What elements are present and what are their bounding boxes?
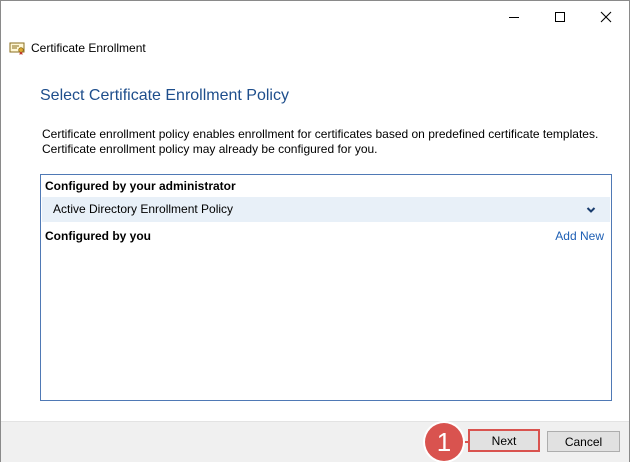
maximize-button[interactable] xyxy=(537,1,583,33)
cancel-button[interactable]: Cancel xyxy=(547,431,620,452)
policy-name: Active Directory Enrollment Policy xyxy=(53,202,234,216)
maximize-icon xyxy=(555,12,565,22)
minimize-icon xyxy=(509,17,519,18)
certificate-enrollment-window: Certificate Enrollment Select Certificat… xyxy=(0,0,630,462)
chevron-down-icon[interactable] xyxy=(586,205,596,215)
add-new-link[interactable]: Add New xyxy=(555,229,604,243)
app-header: Certificate Enrollment xyxy=(9,39,146,57)
admin-section-title: Configured by your administrator xyxy=(45,179,236,193)
next-button[interactable]: Next xyxy=(468,429,540,452)
user-section-title: Configured by you xyxy=(45,229,151,243)
close-icon xyxy=(600,11,612,23)
enrollment-policy-list: Configured by your administrator Active … xyxy=(40,174,612,401)
certificate-icon xyxy=(9,42,25,55)
page-description: Certificate enrollment policy enables en… xyxy=(42,127,617,157)
description-line: Certificate enrollment policy may alread… xyxy=(42,142,378,156)
page-title: Select Certificate Enrollment Policy xyxy=(40,87,289,104)
title-bar xyxy=(1,1,629,33)
footer-bar: Next Cancel xyxy=(1,421,629,462)
description-line: Certificate enrollment policy enables en… xyxy=(42,127,599,141)
policy-item-active-directory[interactable]: Active Directory Enrollment Policy xyxy=(42,197,610,222)
close-button[interactable] xyxy=(583,1,629,33)
minimize-button[interactable] xyxy=(491,1,537,33)
step-callout-badge: 1 xyxy=(425,423,463,461)
app-title: Certificate Enrollment xyxy=(31,41,146,55)
